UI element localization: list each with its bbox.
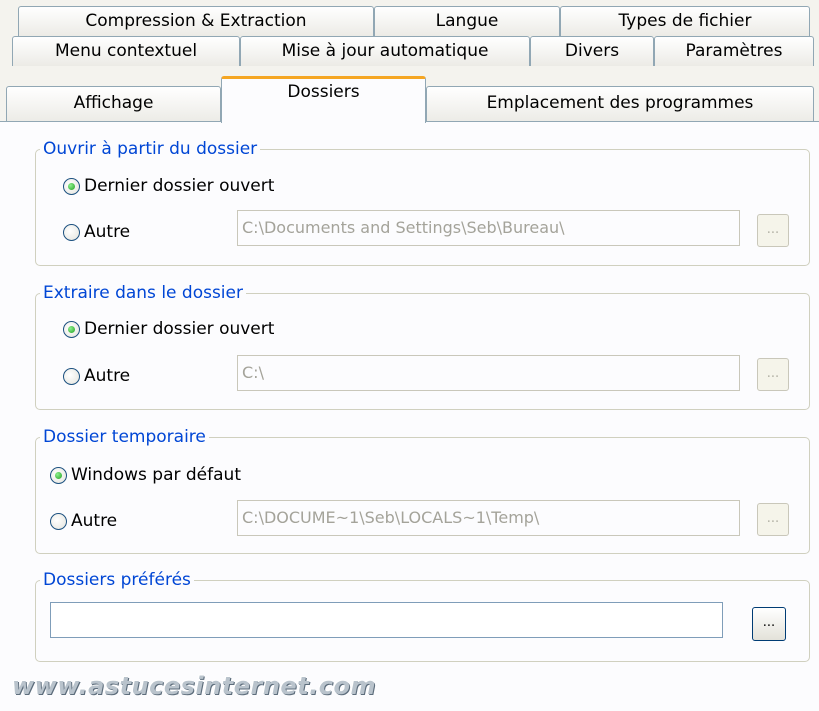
extract-browse-button[interactable]: ... bbox=[757, 358, 789, 391]
tab-strip: Compression & Extraction Langue Types de… bbox=[0, 0, 819, 124]
open-other-path-field[interactable]: C:\Documents and Settings\Seb\Bureau\ bbox=[237, 210, 740, 246]
tab-langue[interactable]: Langue bbox=[374, 6, 560, 36]
radio-label: Dernier dossier ouvert bbox=[84, 176, 275, 196]
open-from-folder-group: Ouvrir à partir du dossier bbox=[35, 138, 810, 266]
temp-other-path-field[interactable]: C:\DOCUME~1\Seb\LOCALS~1\Temp\ bbox=[237, 500, 740, 536]
radio-unselected-icon bbox=[63, 223, 80, 241]
open-other-radio[interactable]: Autre bbox=[63, 220, 130, 244]
radio-selected-icon bbox=[50, 466, 67, 484]
radio-unselected-icon bbox=[63, 367, 80, 385]
open-browse-button[interactable]: ... bbox=[757, 214, 789, 247]
watermark-logo: www.astucesinternet.com bbox=[12, 672, 376, 700]
tab-affichage[interactable]: Affichage bbox=[6, 86, 221, 122]
tab-mise-a-jour-automatique[interactable]: Mise à jour automatique bbox=[240, 36, 530, 66]
tab-compression-extraction[interactable]: Compression & Extraction bbox=[18, 6, 374, 36]
radio-label: Windows par défaut bbox=[71, 465, 241, 485]
temp-folder-group: Dossier temporaire bbox=[35, 426, 810, 554]
tab-divers[interactable]: Divers bbox=[530, 36, 654, 66]
group-legend: Ouvrir à partir du dossier bbox=[40, 138, 261, 160]
extract-last-folder-radio[interactable]: Dernier dossier ouvert bbox=[63, 317, 274, 341]
temp-windows-default-radio[interactable]: Windows par défaut bbox=[50, 463, 241, 487]
extract-other-radio[interactable]: Autre bbox=[63, 364, 130, 388]
favorites-browse-button[interactable]: ... bbox=[752, 607, 786, 641]
extract-to-folder-group: Extraire dans le dossier bbox=[35, 282, 810, 410]
open-last-folder-radio[interactable]: Dernier dossier ouvert bbox=[63, 174, 274, 198]
favorite-folders-field[interactable] bbox=[50, 602, 723, 638]
tab-menu-contextuel[interactable]: Menu contextuel bbox=[12, 36, 240, 66]
radio-label: Autre bbox=[84, 222, 131, 242]
tab-types-de-fichier[interactable]: Types de fichier bbox=[560, 6, 810, 36]
temp-other-radio[interactable]: Autre bbox=[50, 509, 117, 533]
temp-browse-button[interactable]: ... bbox=[757, 503, 789, 536]
group-legend: Dossiers préférés bbox=[40, 569, 194, 591]
tab-emplacement-des-programmes[interactable]: Emplacement des programmes bbox=[426, 86, 814, 122]
radio-label: Dernier dossier ouvert bbox=[84, 319, 275, 339]
tab-parametres[interactable]: Paramètres bbox=[654, 36, 814, 66]
radio-unselected-icon bbox=[50, 512, 67, 530]
group-legend: Extraire dans le dossier bbox=[40, 282, 246, 304]
radio-selected-icon bbox=[63, 320, 80, 338]
radio-label: Autre bbox=[71, 511, 118, 531]
extract-other-path-field[interactable]: C:\ bbox=[237, 355, 740, 391]
group-legend: Dossier temporaire bbox=[40, 426, 209, 448]
radio-selected-icon bbox=[63, 177, 80, 195]
tab-dossiers[interactable]: Dossiers bbox=[221, 76, 426, 123]
radio-label: Autre bbox=[84, 366, 131, 386]
